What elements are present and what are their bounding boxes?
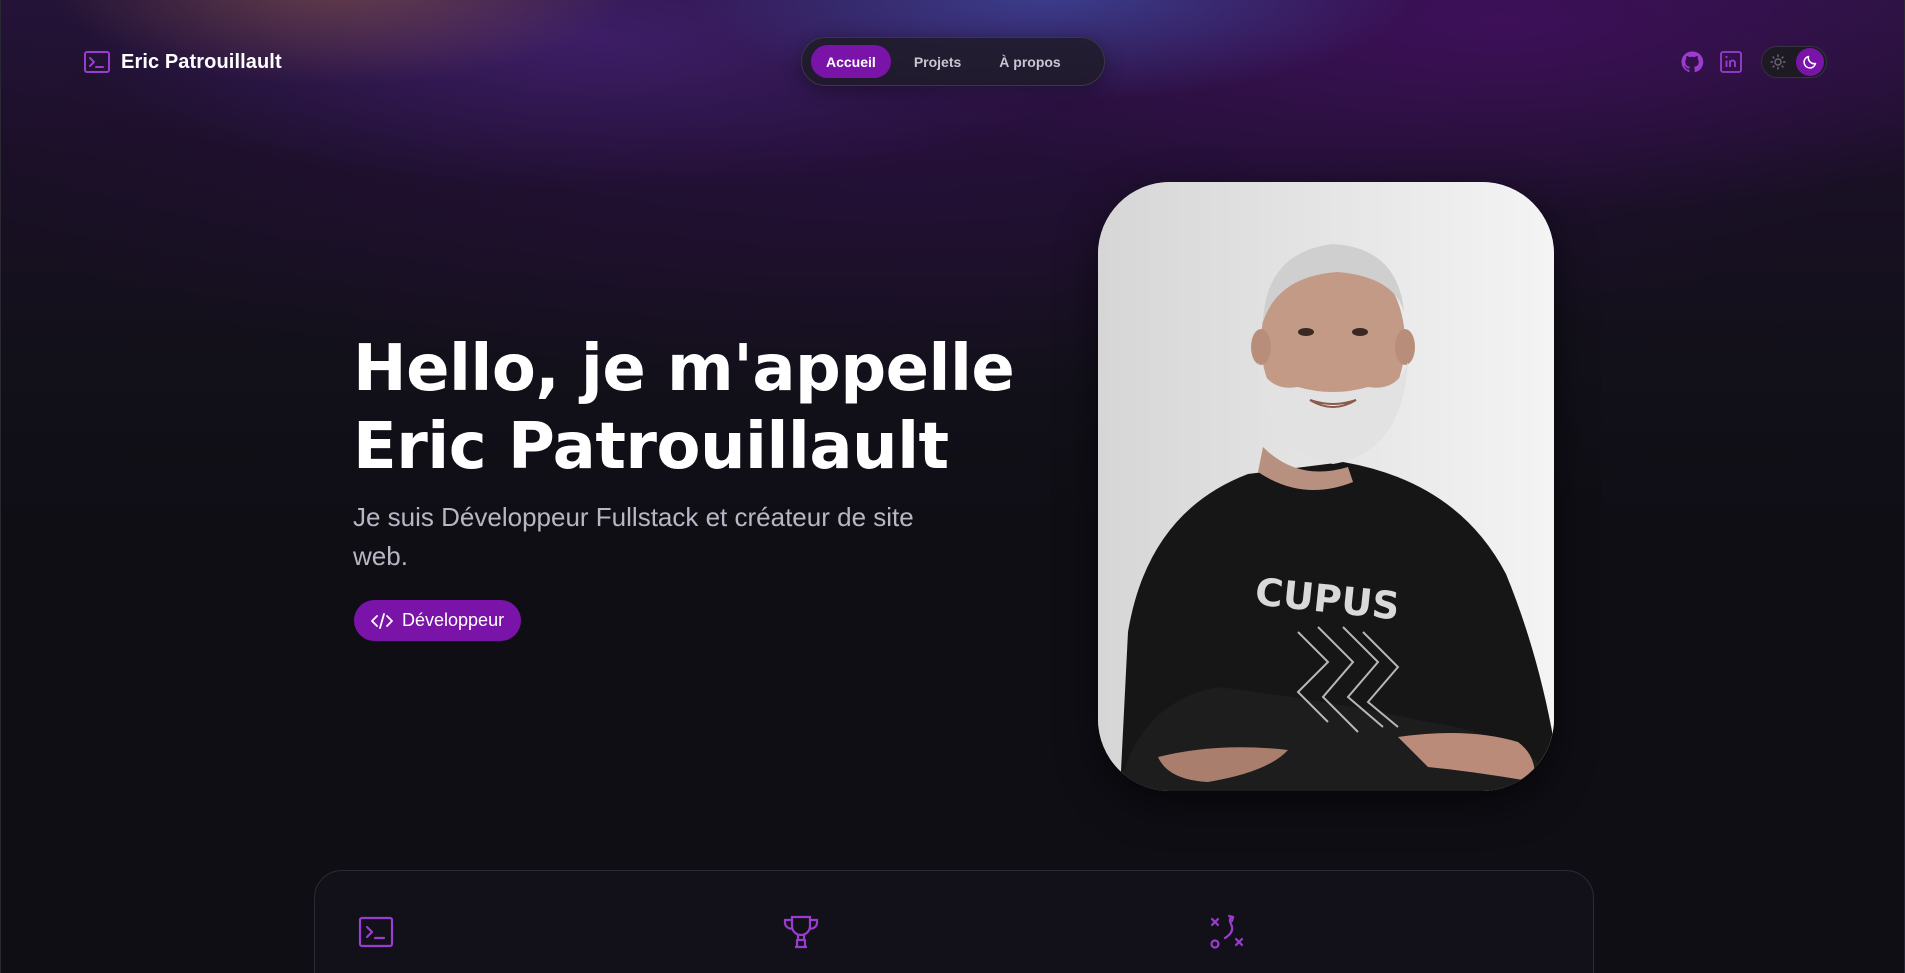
trophy-icon [781, 913, 821, 951]
nav-item-accueil[interactable]: Accueil [811, 45, 891, 78]
linkedin-icon [1719, 50, 1743, 74]
nav-item-projets[interactable]: Projets [899, 45, 976, 78]
brand-name: Eric Patrouillault [121, 50, 282, 73]
background-gradient [0, 0, 1905, 973]
linkedin-link[interactable] [1718, 49, 1744, 75]
main-nav: Accueil Projets À propos [801, 37, 1105, 86]
hero-title-line1: Hello, je m'appelle [353, 332, 1015, 406]
sun-icon[interactable] [1768, 52, 1788, 72]
hero-title: Hello, je m'appelle Eric Patrouillault [353, 330, 1053, 486]
nav-item-a-propos[interactable]: À propos [984, 45, 1075, 78]
developer-badge[interactable]: Développeur [354, 600, 522, 641]
site-header: Eric Patrouillault Accueil Projets À pro… [0, 0, 1905, 124]
terminal-icon [83, 48, 111, 76]
hero-title-line2: Eric Patrouillault [353, 410, 949, 484]
code-icon [370, 611, 394, 631]
hero-subtitle: Je suis Développeur Fullstack et créateu… [353, 502, 914, 571]
developer-badge-label: Développeur [402, 610, 505, 630]
terminal-icon [356, 913, 396, 951]
brand-link[interactable]: Eric Patrouillault [83, 48, 282, 76]
github-icon [1680, 50, 1704, 74]
features-card [314, 870, 1594, 973]
portrait-photo: CUPUS [1098, 182, 1554, 791]
strategy-icon [1207, 913, 1247, 951]
page-frame [0, 0, 1905, 973]
moon-icon[interactable] [1796, 48, 1824, 76]
github-link[interactable] [1679, 49, 1705, 75]
theme-toggle[interactable] [1761, 46, 1827, 78]
